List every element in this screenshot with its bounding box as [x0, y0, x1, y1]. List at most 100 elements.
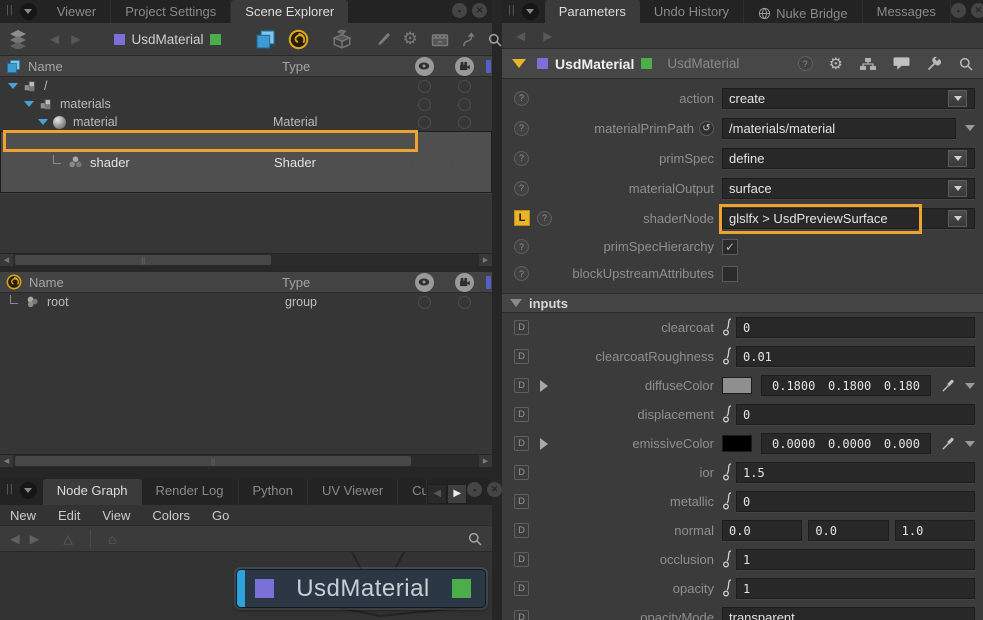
dropdown-arrow-icon[interactable] [965, 383, 975, 389]
menu-colors[interactable]: Colors [152, 508, 190, 523]
shaderNode-dropdown[interactable]: glslfx > UsdPreviewSurface [722, 208, 975, 229]
tab-nuke-bridge[interactable]: Nuke Bridge [744, 0, 863, 23]
node-hierarchy-icon[interactable] [859, 57, 877, 71]
search-icon[interactable] [958, 56, 973, 71]
animation-curve-icon[interactable] [722, 550, 733, 569]
visibility-toggle[interactable] [418, 116, 431, 129]
curve-flag-icon[interactable] [460, 30, 479, 49]
pane-menu-button[interactable] [20, 3, 37, 20]
collapse-triangle-icon[interactable] [512, 59, 526, 68]
expand-triangle-icon[interactable] [540, 380, 548, 392]
back-button[interactable]: ◀ [10, 531, 20, 546]
renderer-swirl-icon[interactable] [288, 29, 309, 50]
metallic-input[interactable]: 0 [736, 491, 975, 512]
dropdown-arrow-icon[interactable] [948, 210, 967, 227]
animation-curve-icon[interactable] [722, 318, 733, 337]
scroll-right-arrow[interactable]: ▶ [479, 254, 492, 266]
name-column-header[interactable]: Name [0, 59, 282, 74]
gear-icon[interactable]: ⚙ [403, 29, 418, 49]
tab-undo-history[interactable]: Undo History [640, 0, 744, 23]
clearcoatRoughness-input[interactable]: 0.01 [736, 346, 975, 367]
dropdown-arrow-icon[interactable] [965, 125, 975, 131]
materialPrimPath-input[interactable]: /materials/material [722, 118, 956, 139]
tab-parameters[interactable]: Parameters [545, 0, 640, 23]
search-icon[interactable] [487, 32, 502, 47]
help-icon[interactable]: ? [514, 151, 529, 166]
tree-row-root[interactable]: root group [0, 293, 492, 311]
help-icon[interactable]: ? [537, 211, 552, 226]
revert-icon[interactable]: ↺ [699, 121, 714, 136]
close-pane-button[interactable]: ✕ [472, 3, 487, 18]
eyedropper-icon[interactable] [941, 378, 956, 393]
inputs-section-header[interactable]: inputs [502, 293, 983, 313]
render-column-header[interactable] [444, 273, 484, 292]
forward-button[interactable]: ▶ [30, 531, 40, 546]
dropdown-arrow-icon[interactable] [948, 180, 967, 197]
pane-menu-button[interactable] [20, 482, 37, 499]
help-icon[interactable]: ? [798, 56, 813, 71]
menu-edit[interactable]: Edit [58, 508, 80, 523]
tree-row-material[interactable]: material Material [0, 113, 492, 131]
tab-scroll-right[interactable]: ▶ [447, 484, 467, 504]
type-column-header[interactable]: Type [282, 275, 404, 290]
dropdown-arrow-icon[interactable] [948, 150, 967, 167]
opacity-input[interactable]: 1 [736, 578, 975, 599]
expand-triangle-icon[interactable] [540, 438, 548, 450]
action-dropdown[interactable]: create [722, 88, 975, 109]
export-box-icon[interactable] [331, 28, 353, 50]
pencil-icon[interactable] [375, 30, 393, 48]
dropdown-arrow-icon[interactable] [948, 90, 967, 107]
menu-go[interactable]: Go [212, 508, 229, 523]
animation-curve-icon[interactable] [722, 463, 733, 482]
tab-project-settings[interactable]: Project Settings [111, 0, 231, 23]
clapperboard-icon[interactable] [430, 29, 450, 49]
clearcoat-input[interactable]: 0 [736, 317, 975, 338]
help-icon[interactable]: ? [514, 266, 529, 281]
horizontal-scrollbar[interactable]: ◀ || ▶ [0, 253, 492, 266]
help-icon[interactable]: ? [514, 181, 529, 196]
color-swatch[interactable] [722, 377, 752, 394]
tab-scroll-left[interactable]: ◀ [427, 484, 447, 504]
pane-drag-grip[interactable]: || [0, 0, 18, 23]
back-button[interactable]: ◀ [46, 32, 63, 46]
primSpec-dropdown[interactable]: define [722, 148, 975, 169]
animation-curve-icon[interactable] [722, 492, 733, 511]
expand-arrow-icon[interactable] [8, 83, 18, 89]
panel-divider[interactable] [0, 467, 492, 479]
horizontal-scrollbar[interactable]: ◀ || ▶ [0, 454, 492, 467]
up-triangle-button[interactable]: △ [63, 531, 73, 546]
tree-row-root-slash[interactable]: / [0, 77, 492, 95]
geometry-cube-icon[interactable] [255, 29, 276, 50]
render-toggle[interactable] [451, 156, 464, 169]
visibility-toggle[interactable] [418, 296, 431, 309]
tree-row-materials[interactable]: materials [0, 95, 492, 113]
float-pane-button[interactable]: ▪ [452, 3, 467, 18]
tab-messages[interactable]: Messages [863, 0, 951, 23]
scroll-left-arrow[interactable]: ◀ [0, 455, 13, 467]
render-toggle[interactable] [458, 80, 471, 93]
gear-icon[interactable]: ⚙ [829, 54, 843, 74]
opacityMode-input[interactable]: transparent [722, 607, 975, 620]
color-swatch[interactable] [722, 435, 752, 452]
tab-uv-viewer[interactable]: UV Viewer [308, 479, 398, 505]
scroll-thumb[interactable]: || [15, 255, 271, 265]
visibility-toggle[interactable] [418, 80, 431, 93]
dropdown-arrow-icon[interactable] [965, 441, 975, 447]
occlusion-input[interactable]: 1 [736, 549, 975, 570]
back-button[interactable]: ◀ [512, 29, 529, 43]
tab-node-graph[interactable]: Node Graph [43, 479, 142, 505]
close-pane-button[interactable]: ✕ [487, 482, 502, 497]
normal-x-input[interactable]: 0.0 [722, 520, 802, 541]
close-pane-button[interactable]: ✕ [971, 3, 983, 18]
layers-icon[interactable] [8, 29, 28, 49]
emissiveColor-values[interactable]: 0.0000 0.0000 0.000 [761, 433, 931, 454]
render-column-header[interactable] [444, 57, 484, 76]
usdmaterial-node[interactable]: UsdMaterial [236, 569, 486, 608]
scroll-thumb[interactable]: || [15, 456, 411, 466]
forward-button[interactable]: ▶ [67, 32, 84, 46]
tab-render-log[interactable]: Render Log [142, 479, 239, 505]
pane-drag-grip[interactable]: || [0, 479, 18, 505]
type-column-header[interactable]: Type [282, 59, 404, 74]
tree-row-shader-selected[interactable]: shader Shader [0, 131, 492, 193]
normal-z-input[interactable]: 1.0 [895, 520, 975, 541]
